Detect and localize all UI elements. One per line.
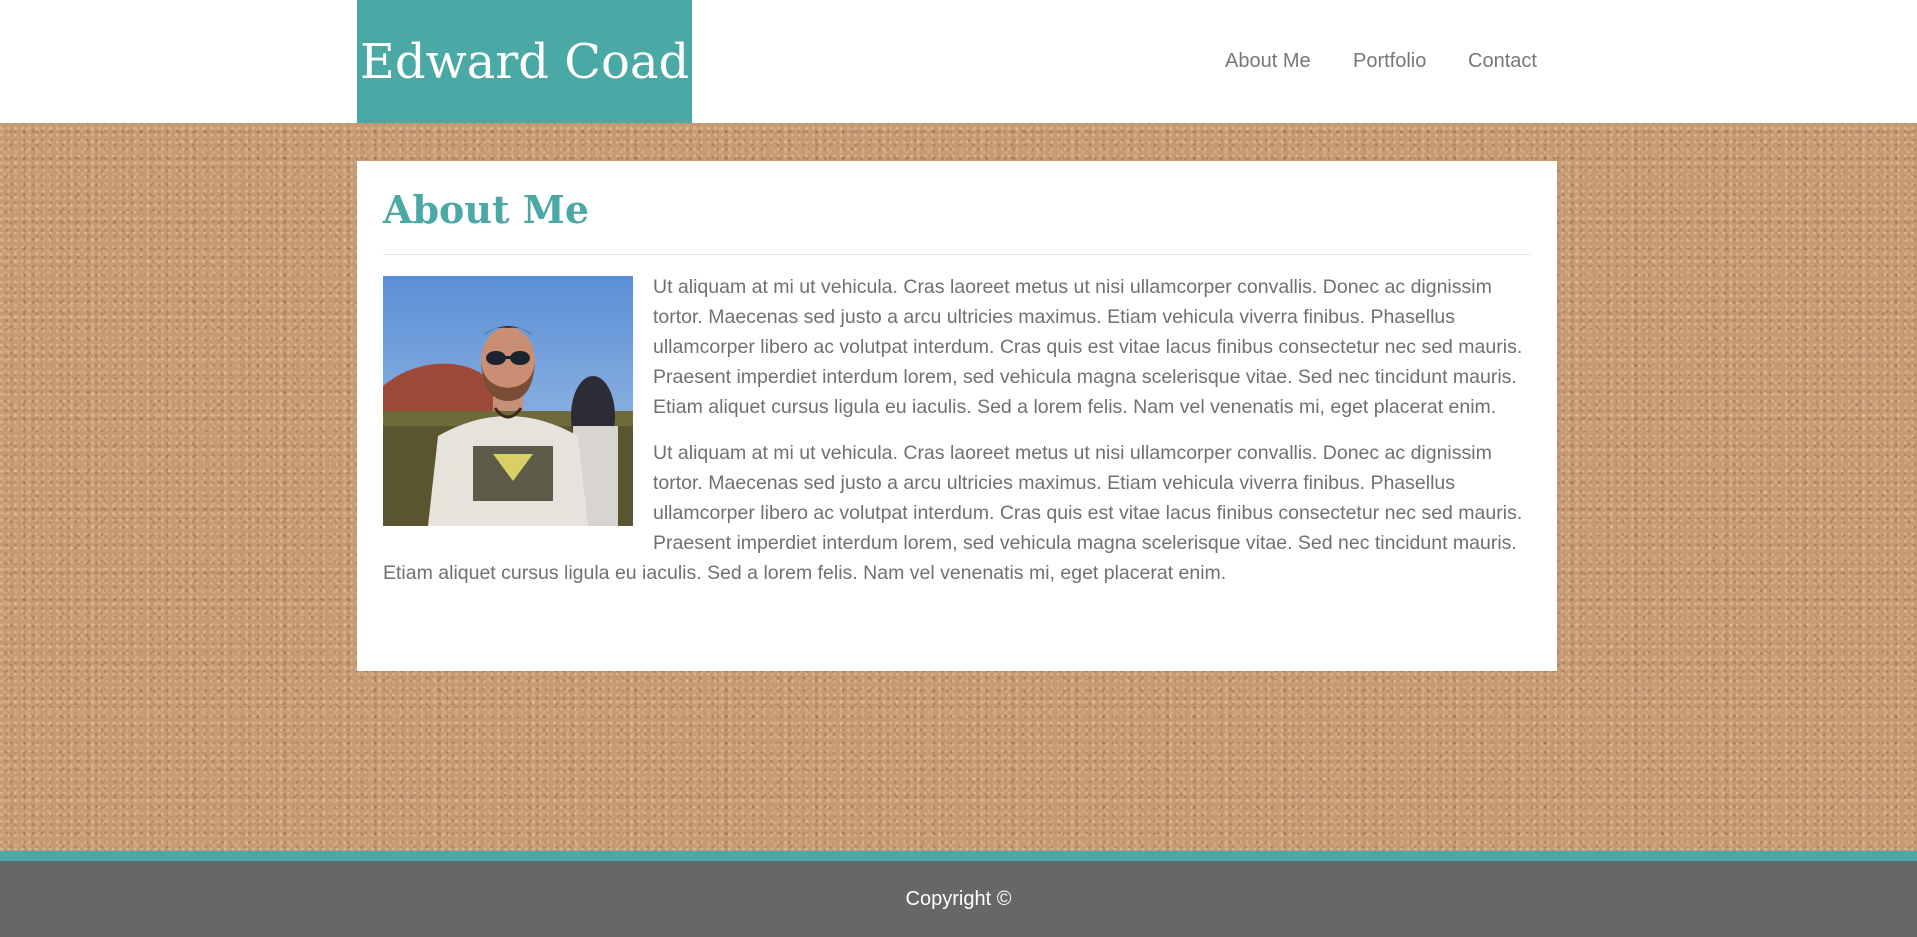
copyright-text: Copyright © [905, 887, 1012, 910]
site-header: Edward Coad About Me Portfolio Contact [0, 0, 1917, 123]
profile-photo [383, 276, 633, 526]
title-divider [383, 254, 1531, 255]
about-card: About Me Ut aliquam at mi ut vehicula. C… [357, 161, 1557, 671]
nav-about-me[interactable]: About Me [1225, 50, 1311, 73]
brand-logo[interactable]: Edward Coad [357, 0, 692, 123]
footer-accent-stripe [0, 851, 1917, 861]
about-content: Ut aliquam at mi ut vehicula. Cras laore… [383, 276, 1531, 608]
page-title: About Me [383, 187, 590, 232]
nav-portfolio[interactable]: Portfolio [1353, 50, 1426, 73]
nav-contact[interactable]: Contact [1468, 50, 1537, 73]
site-title: Edward Coad [359, 33, 690, 90]
site-footer: Copyright © [0, 861, 1917, 937]
